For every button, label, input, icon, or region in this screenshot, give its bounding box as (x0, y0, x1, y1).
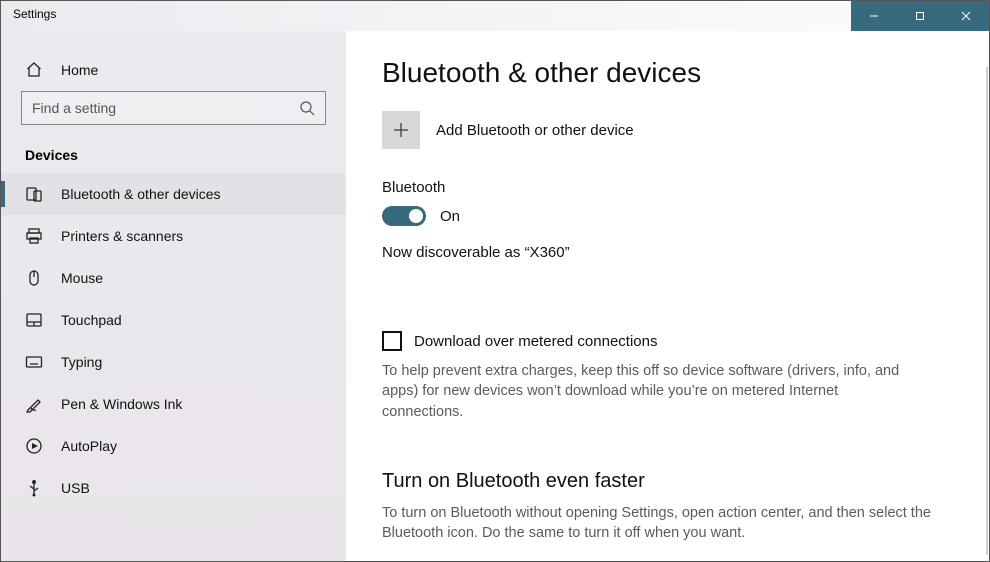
bluetooth-toggle-row: On (382, 206, 949, 226)
content-area[interactable]: Bluetooth & other devices Add Bluetooth … (346, 31, 989, 561)
toggle-knob (409, 209, 423, 223)
sidebar-item-pen[interactable]: Pen & Windows Ink (1, 383, 346, 425)
search-input[interactable] (32, 100, 299, 116)
search-box[interactable] (21, 91, 326, 125)
sidebar-item-touchpad[interactable]: Touchpad (1, 299, 346, 341)
sidebar-item-label: Printers & scanners (61, 228, 183, 244)
tip-title: Turn on Bluetooth even faster (382, 470, 949, 493)
window-controls (851, 1, 989, 31)
bluetooth-label: Bluetooth (382, 179, 949, 196)
close-icon (961, 11, 971, 21)
sidebar-section-title: Devices (1, 139, 346, 173)
metered-checkbox-row: Download over metered connections (382, 331, 949, 351)
sidebar-item-label: Mouse (61, 270, 103, 286)
scrollbar[interactable] (986, 67, 988, 555)
minimize-button[interactable] (851, 1, 897, 31)
metered-help-text: To help prevent extra charges, keep this… (382, 361, 922, 422)
sidebar-item-mouse[interactable]: Mouse (1, 257, 346, 299)
sidebar-item-label: USB (61, 480, 90, 496)
titlebar: Settings (1, 1, 989, 31)
maximize-button[interactable] (897, 1, 943, 31)
usb-icon (25, 479, 43, 497)
sidebar-item-usb[interactable]: USB (1, 467, 346, 509)
sidebar-item-autoplay[interactable]: AutoPlay (1, 425, 346, 467)
sidebar: Home Devices Bluetooth & other devices (1, 31, 346, 561)
home-icon (25, 61, 43, 79)
sidebar-item-typing[interactable]: Typing (1, 341, 346, 383)
printer-icon (25, 227, 43, 245)
sidebar-item-printers[interactable]: Printers & scanners (1, 215, 346, 257)
window-body: Home Devices Bluetooth & other devices (1, 31, 989, 561)
maximize-icon (915, 11, 925, 21)
bluetooth-toggle-state: On (440, 208, 460, 225)
sidebar-item-label: Pen & Windows Ink (61, 396, 182, 412)
minimize-icon (869, 11, 879, 21)
page-title: Bluetooth & other devices (382, 57, 949, 89)
sidebar-item-bluetooth[interactable]: Bluetooth & other devices (1, 173, 346, 215)
window-title: Settings (1, 1, 68, 31)
settings-window: Settings Home (0, 0, 990, 562)
add-device-button[interactable]: Add Bluetooth or other device (382, 111, 949, 149)
search-icon (299, 100, 315, 116)
touchpad-icon (25, 311, 43, 329)
add-device-label: Add Bluetooth or other device (436, 122, 634, 139)
sidebar-item-label: Bluetooth & other devices (61, 186, 221, 202)
plus-tile (382, 111, 420, 149)
home-label: Home (61, 62, 98, 78)
tip-body: To turn on Bluetooth without opening Set… (382, 503, 949, 544)
metered-checkbox-label: Download over metered connections (414, 333, 657, 350)
plus-icon (393, 122, 409, 138)
bluetooth-devices-icon (25, 185, 43, 203)
autoplay-icon (25, 437, 43, 455)
home-nav[interactable]: Home (1, 49, 346, 91)
metered-checkbox[interactable] (382, 331, 402, 351)
pen-icon (25, 395, 43, 413)
close-button[interactable] (943, 1, 989, 31)
search-wrap (1, 91, 346, 139)
sidebar-item-label: Touchpad (61, 312, 122, 328)
bluetooth-toggle[interactable] (382, 206, 426, 226)
mouse-icon (25, 269, 43, 287)
discoverable-status: Now discoverable as “X360” (382, 244, 949, 261)
sidebar-item-label: AutoPlay (61, 438, 117, 454)
sidebar-item-label: Typing (61, 354, 102, 370)
keyboard-icon (25, 353, 43, 371)
